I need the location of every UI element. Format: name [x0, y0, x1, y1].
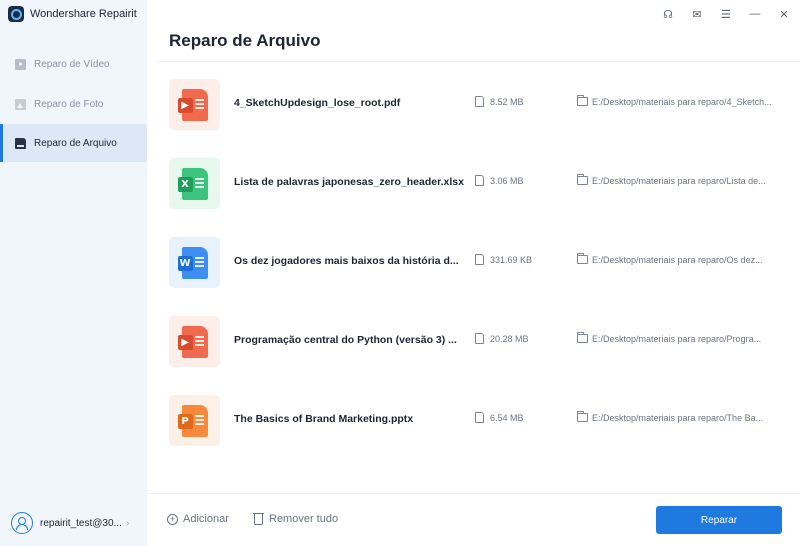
file-size: 331.69 KB — [490, 255, 533, 265]
trash-icon — [253, 512, 264, 525]
powerpoint-file-icon: P — [169, 395, 220, 446]
file-name: The Basics of Brand Marketing.pptx — [234, 413, 414, 425]
file-size: 3.06 MB — [490, 176, 524, 186]
video-icon — [15, 58, 26, 70]
excel-badge: X — [177, 176, 193, 192]
user-account[interactable]: repairit_test@30... › — [0, 500, 147, 546]
sidebar-item-label: Reparo de Arquivo — [34, 137, 117, 149]
file-row[interactable]: ▶ Programação central do Python (versão … — [157, 312, 800, 372]
close-icon[interactable]: ✕ — [776, 6, 792, 22]
app-header: Wondershare Repairit — [8, 5, 137, 23]
file-name: Programação central do Python (versão 3)… — [234, 334, 457, 346]
file-size-icon — [475, 412, 484, 423]
sidebar-item-label: Reparo de Foto — [34, 98, 104, 110]
photo-icon — [15, 98, 26, 110]
file-size-icon — [475, 333, 484, 344]
pdf-file-icon: ▶ — [169, 316, 220, 367]
folder-icon — [577, 332, 588, 343]
sidebar-item-photo-repair[interactable]: Reparo de Foto — [0, 85, 147, 123]
pdf-file-icon: ▶ — [169, 79, 220, 130]
file-name: Os dez jogadores mais baixos da história… — [234, 255, 459, 267]
file-row[interactable]: X Lista de palavras japonesas_zero_heade… — [157, 154, 800, 214]
repair-button[interactable]: Reparar — [656, 506, 782, 534]
plus-circle-icon: + — [167, 513, 178, 525]
word-file-icon: W — [169, 237, 220, 288]
file-size-icon — [475, 175, 484, 186]
window-controls: ☊ ✉ ☰ — ✕ — [660, 6, 792, 22]
folder-icon — [577, 253, 588, 264]
remove-all-button-label: Remover tudo — [269, 513, 339, 525]
folder-icon — [577, 174, 588, 185]
powerpoint-badge: P — [177, 413, 193, 429]
pdf-badge: ▶ — [177, 97, 193, 113]
chevron-right-icon: › — [126, 517, 130, 529]
file-path: E:/Desktop/materiais para reparo/4_Sketc… — [592, 97, 772, 107]
file-path: E:/Desktop/materiais para reparo/Os dez.… — [592, 255, 763, 265]
excel-file-icon: X — [169, 158, 220, 209]
file-size: 8.52 MB — [490, 97, 524, 107]
minimize-icon[interactable]: — — [747, 6, 763, 22]
sidebar-item-video-repair[interactable]: Reparo de Vídeo — [0, 45, 147, 83]
file-size-icon — [475, 96, 484, 107]
file-row[interactable]: P The Basics of Brand Marketing.pptx 6.5… — [157, 391, 800, 451]
file-path: E:/Desktop/materiais para reparo/Progra.… — [592, 334, 762, 344]
support-icon[interactable]: ☊ — [660, 6, 676, 22]
pdf-badge: ▶ — [177, 334, 193, 350]
user-name: repairit_test@30... — [40, 517, 122, 529]
file-icon — [15, 137, 26, 149]
file-size: 20.28 MB — [490, 334, 529, 344]
divider — [157, 61, 800, 62]
mail-icon[interactable]: ✉ — [689, 6, 705, 22]
file-path: E:/Desktop/materiais para reparo/The Ba.… — [592, 413, 764, 423]
user-avatar-icon — [11, 512, 33, 534]
word-badge: W — [177, 255, 193, 271]
divider — [147, 493, 800, 494]
add-button-label: Adicionar — [183, 513, 229, 525]
add-button[interactable]: + Adicionar — [167, 513, 229, 525]
file-row[interactable]: ▶ 4_SketchUpdesign_lose_root.pdf 8.52 MB… — [157, 75, 800, 135]
sidebar-item-file-repair[interactable]: Reparo de Arquivo — [0, 124, 147, 162]
sidebar-item-label: Reparo de Vídeo — [34, 58, 110, 70]
menu-icon[interactable]: ☰ — [718, 6, 734, 22]
folder-icon — [577, 411, 588, 422]
file-path: E:/Desktop/materiais para reparo/Lista d… — [592, 176, 766, 186]
page-title: Reparo de Arquivo — [169, 31, 321, 50]
app-title: Wondershare Repairit — [30, 8, 137, 20]
file-row[interactable]: W Os dez jogadores mais baixos da histór… — [157, 233, 800, 293]
remove-all-button[interactable]: Remover tudo — [253, 512, 339, 525]
sidebar: Wondershare Repairit Reparo de Vídeo Rep… — [0, 0, 147, 546]
file-name: Lista de palavras japonesas_zero_header.… — [234, 176, 464, 188]
folder-icon — [577, 95, 588, 106]
file-name: 4_SketchUpdesign_lose_root.pdf — [234, 97, 401, 109]
repairit-logo-icon — [8, 6, 24, 22]
file-size-icon — [475, 254, 484, 265]
file-size: 6.54 MB — [490, 413, 524, 423]
